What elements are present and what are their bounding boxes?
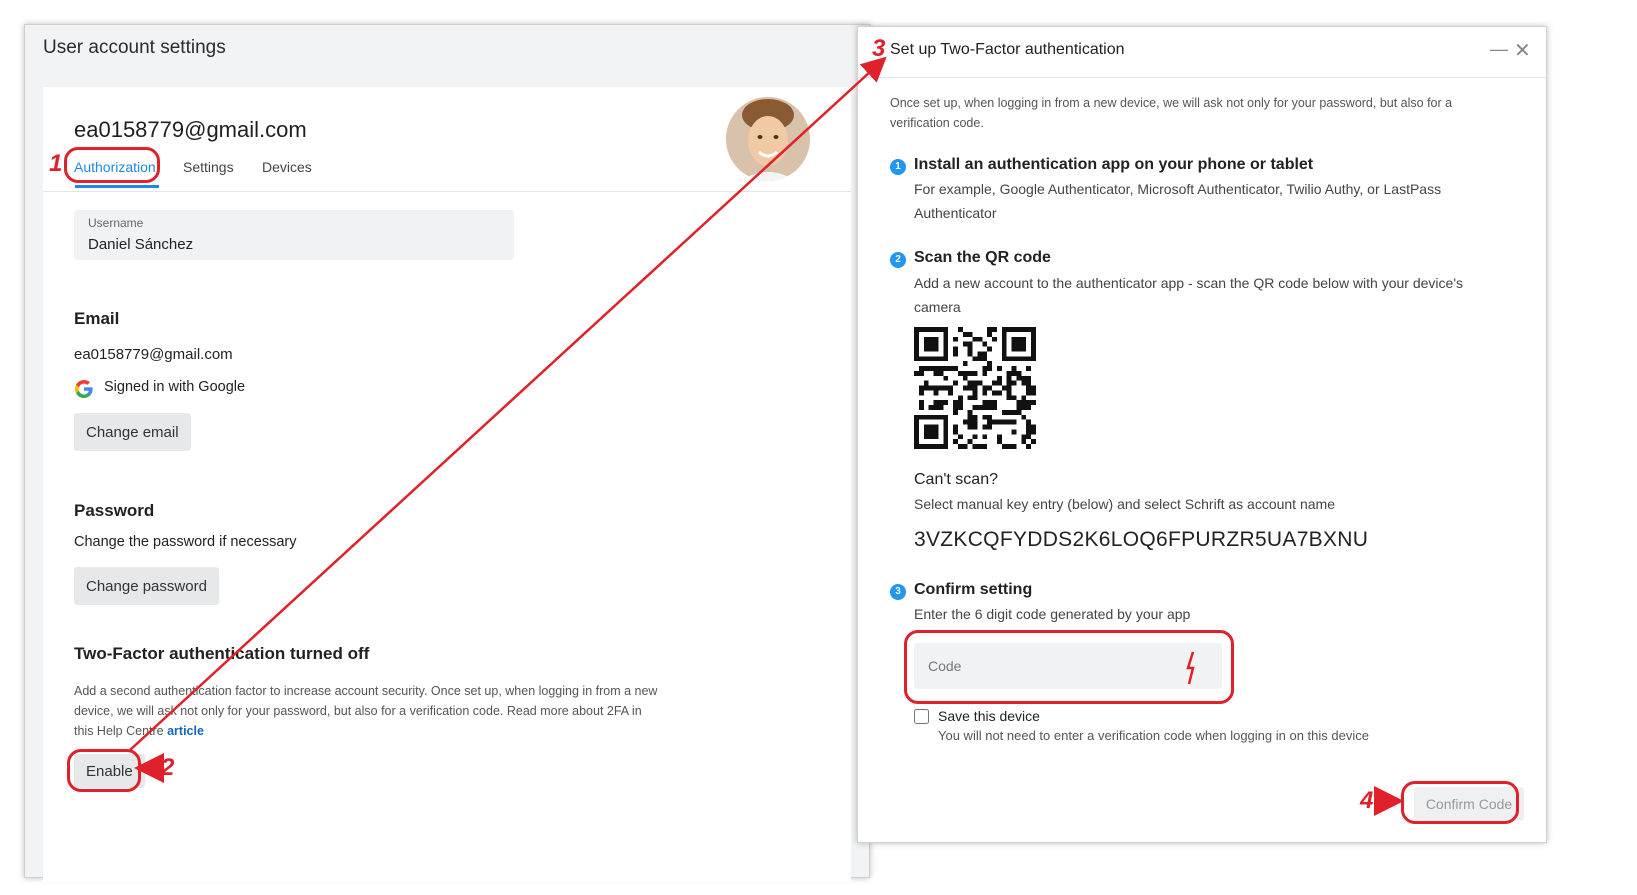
help-article-link[interactable]: article	[167, 724, 204, 738]
email-value: ea0158779@gmail.com	[74, 346, 233, 363]
save-device-desc: You will not need to enter a verificatio…	[938, 728, 1369, 743]
dialog-title: Set up Two-Factor authentication	[890, 41, 1125, 58]
twofa-desc: Add a second authentication factor to in…	[74, 681, 664, 741]
annotation-box-authorization	[64, 147, 160, 183]
annotation-box-code	[904, 630, 1234, 704]
cant-scan-title: Can't scan?	[914, 471, 998, 488]
twofa-desc-text: Add a second authentication factor to in…	[74, 684, 658, 738]
annotation-box-confirm	[1401, 781, 1519, 824]
password-section-title: Password	[74, 501, 155, 520]
email-section-title: Email	[74, 309, 120, 328]
signed-in-google-text: Signed in with Google	[104, 379, 246, 395]
annotation-number-3: 3	[872, 35, 886, 62]
step-3-desc: Enter the 6 digit code generated by your…	[914, 606, 1191, 622]
password-desc: Change the password if necessary	[74, 534, 297, 550]
step-2-title: Scan the QR code	[914, 249, 1051, 266]
change-password-button[interactable]: Change password	[74, 567, 219, 605]
username-value: Daniel Sánchez	[88, 236, 194, 253]
step-2-badge: 2	[890, 252, 906, 268]
manual-key: 3VZKCQFYDDS2K6LOQ6FPURZR5UA7BXNU	[914, 528, 1369, 551]
annotation-number-4: 4	[1360, 787, 1374, 814]
minimize-icon[interactable]: —	[1490, 39, 1508, 60]
tab-devices[interactable]: Devices	[262, 159, 312, 175]
google-icon	[75, 380, 93, 398]
dialog-intro: Once set up, when logging in from a new …	[890, 96, 1453, 130]
username-label: Username	[88, 216, 144, 230]
step-1-badge: 1	[890, 159, 906, 175]
close-icon[interactable]: ✕	[1514, 38, 1531, 63]
account-email-heading: ea0158779@gmail.com	[74, 117, 307, 142]
panel-title: User account settings	[43, 37, 226, 58]
twofa-setup-dialog: Set up Two-Factor authentication — ✕ Onc…	[857, 26, 1547, 843]
tab-bar: Authorization Settings Devices	[43, 149, 851, 192]
step-2-desc: Add a new account to the authenticator a…	[914, 275, 1463, 315]
dialog-header: Set up Two-Factor authentication — ✕	[858, 27, 1546, 78]
annotation-number-1: 1	[49, 150, 63, 177]
save-device-label: Save this device	[938, 708, 1040, 724]
twofa-section-title: Two-Factor authentication turned off	[74, 644, 370, 663]
active-tab-indicator	[75, 185, 159, 188]
annotation-box-enable	[67, 749, 141, 792]
change-email-button[interactable]: Change email	[74, 413, 191, 451]
cant-scan-desc: Select manual key entry (below) and sele…	[914, 496, 1335, 512]
username-field[interactable]: Username Daniel Sánchez	[74, 210, 514, 260]
save-device-checkbox[interactable]	[914, 709, 929, 724]
qr-code	[914, 327, 1036, 449]
step-1-title: Install an authentication app on your ph…	[914, 156, 1314, 173]
step-3-badge: 3	[890, 584, 906, 600]
step-3-title: Confirm setting	[914, 581, 1033, 598]
step-1-desc: For example, Google Authenticator, Micro…	[914, 181, 1442, 221]
annotation-number-2: 2	[161, 754, 175, 781]
tab-settings[interactable]: Settings	[183, 159, 234, 175]
